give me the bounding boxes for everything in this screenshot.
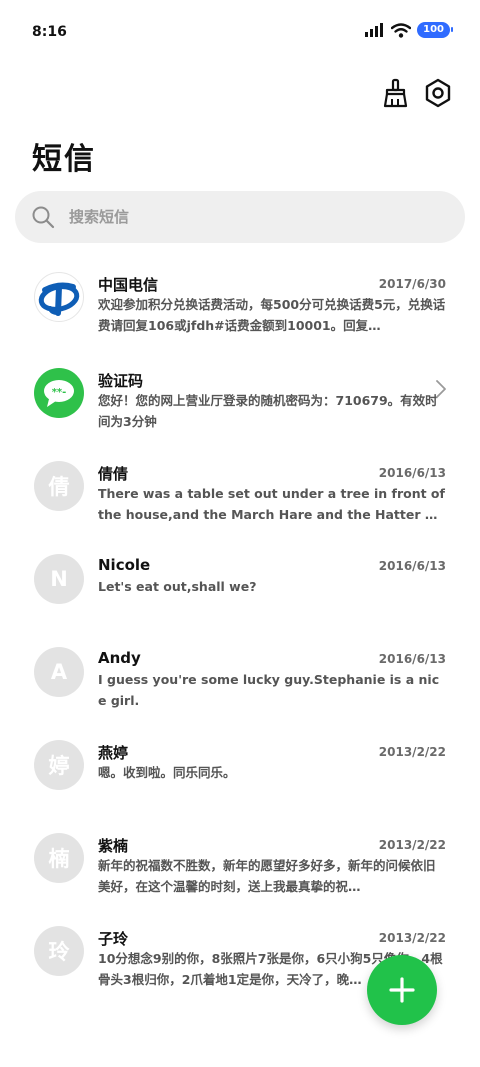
- message-date: 2016/6/13: [378, 559, 446, 573]
- search-input[interactable]: [67, 207, 431, 227]
- message-date: 2013/2/22: [378, 745, 446, 759]
- sender-name: 倩倩: [98, 465, 129, 483]
- clean-button[interactable]: [378, 76, 412, 110]
- message-preview: 嗯。收到啦。同乐同乐。: [98, 765, 236, 780]
- bubble-text: **-: [52, 387, 67, 398]
- china-telecom-logo-icon: [38, 282, 80, 316]
- message-preview: 欢迎参加积分兑换话费活动，每500分可兑换话费5元，兑换话费请回复106或jfd…: [98, 297, 446, 333]
- sender-name: Nicole: [98, 556, 151, 574]
- sender-name: Andy: [98, 649, 141, 667]
- message-date: 2017/6/30: [378, 277, 446, 291]
- avatar: A: [34, 647, 84, 697]
- avatar: 婷: [34, 740, 84, 790]
- message-list: 中国电信 2017/6/30 欢迎参加积分兑换话费活动，每500分可兑换话费5元…: [0, 264, 480, 1011]
- sender-name: 燕婷: [98, 744, 129, 762]
- avatar: **-: [34, 368, 84, 418]
- message-date: 2016/6/13: [378, 652, 446, 666]
- broom-icon: [383, 78, 408, 108]
- message-item-andy[interactable]: A Andy 2016/6/13 I guess you're some luc…: [0, 639, 480, 732]
- battery-indicator: 100: [417, 22, 453, 38]
- message-preview: There was a table set out under a tree i…: [98, 486, 445, 522]
- avatar: 倩: [34, 461, 84, 511]
- message-date: 2013/2/22: [378, 931, 446, 945]
- status-icons: 100: [365, 22, 453, 38]
- avatar: [34, 272, 84, 322]
- sender-name: 紫楠: [98, 837, 129, 855]
- settings-icon: [425, 78, 451, 108]
- message-preview: 新年的祝福数不胜数，新年的愿望好多好多，新年的问候依旧美好，在这个温馨的时刻，送…: [98, 858, 436, 894]
- message-item-yanting[interactable]: 婷 燕婷 2013/2/22 嗯。收到啦。同乐同乐。: [0, 732, 480, 825]
- plus-icon: [389, 977, 415, 1003]
- message-item-qianqian[interactable]: 倩 倩倩 2016/6/13 There was a table set out…: [0, 453, 480, 546]
- new-message-button[interactable]: [367, 955, 437, 1025]
- search-bar[interactable]: [15, 191, 465, 243]
- signal-icon: [365, 23, 384, 37]
- sender-name: 验证码: [98, 372, 144, 390]
- avatar: 楠: [34, 833, 84, 883]
- message-item-nicole[interactable]: N Nicole 2016/6/13 Let's eat out,shall w…: [0, 546, 480, 639]
- settings-button[interactable]: [421, 76, 455, 110]
- page-title: 短信: [32, 142, 96, 177]
- status-bar: 8:16 100: [0, 0, 480, 66]
- chevron-right-icon: [436, 380, 446, 398]
- status-time: 8:16: [32, 24, 67, 40]
- sender-name: 子玲: [98, 930, 129, 948]
- message-date: 2013/2/22: [378, 838, 446, 852]
- message-item-zinan[interactable]: 楠 紫楠 2013/2/22 新年的祝福数不胜数，新年的愿望好多好多，新年的问候…: [0, 825, 480, 918]
- message-bubble-icon: **-: [44, 380, 74, 407]
- message-preview: Let's eat out,shall we?: [98, 579, 257, 594]
- sender-name: 中国电信: [98, 276, 159, 294]
- avatar: 玲: [34, 926, 84, 976]
- wifi-icon: [391, 22, 412, 38]
- search-icon: [32, 206, 55, 229]
- avatar: N: [34, 554, 84, 604]
- message-date: 2016/6/13: [378, 466, 446, 480]
- message-preview: I guess you're some lucky guy.Stephanie …: [98, 672, 440, 708]
- message-preview: 您好！您的网上营业厅登录的随机密码为：710679。有效时间为3分钟: [98, 393, 438, 429]
- message-item-china-telecom[interactable]: 中国电信 2017/6/30 欢迎参加积分兑换话费活动，每500分可兑换话费5元…: [0, 264, 480, 360]
- message-item-verification-code[interactable]: **- 验证码 您好！您的网上营业厅登录的随机密码为：710679。有效时间为3…: [0, 360, 480, 453]
